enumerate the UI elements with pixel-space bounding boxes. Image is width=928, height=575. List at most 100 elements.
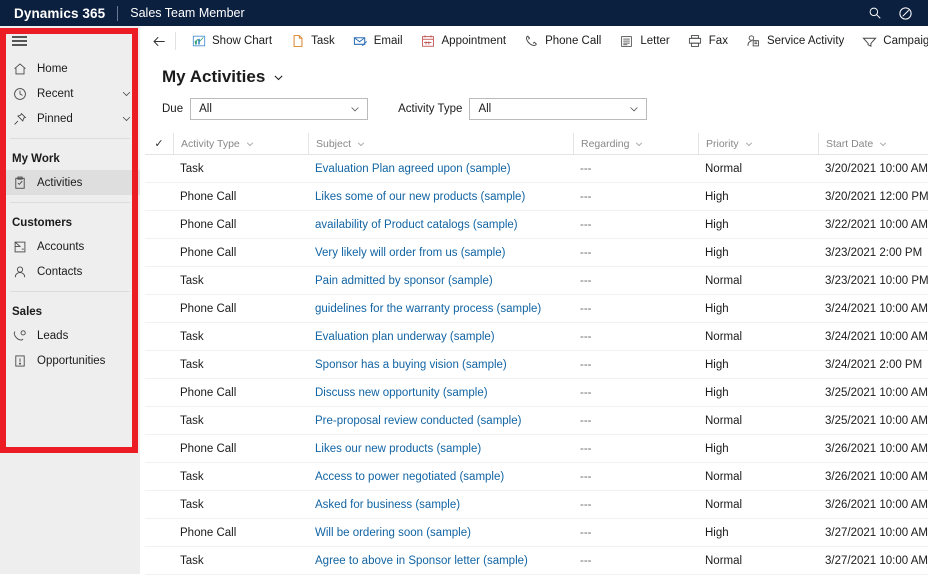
cell-subject-link[interactable]: Very likely will order from us (sample) [308,247,573,259]
column-header-label: Priority [706,137,739,150]
activities-icon [12,175,28,191]
cell-subject-link[interactable]: Pain admitted by sponsor (sample) [308,275,573,287]
table-row[interactable]: Task Access to power negotiated (sample) -… [145,463,928,491]
table-row[interactable]: Phone Call guidelines for the warranty pr… [145,295,928,323]
view-selector[interactable]: My Activities [145,56,928,87]
cell-activity-type: Task [180,274,204,287]
table-row[interactable]: Phone Call availability of Product catalo… [145,211,928,239]
cell-start-date: 3/27/2021 10:00 AM [825,554,928,567]
email-icon [353,34,368,49]
cell-subject-link[interactable]: availability of Product catalogs (sample… [308,219,573,231]
cell-priority: High [705,526,729,539]
column-header-activity-type[interactable]: Activity Type [173,132,308,155]
cell-activity-type: Phone Call [180,442,237,455]
cell-regarding: --- [580,498,592,511]
table-row[interactable]: Phone Call Very likely will order from us… [145,239,928,267]
column-header-subject[interactable]: Subject [308,132,573,155]
column-header-start-date[interactable]: Start Date [818,132,928,155]
command-letter[interactable]: Letter [610,26,678,56]
chevron-down-icon [634,139,644,149]
table-row[interactable]: Phone Call Discuss new opportunity (sampl… [145,379,928,407]
cell-start-date: 3/26/2021 10:00 AM [825,442,928,455]
table-row[interactable]: Task Evaluation Plan agreed upon (sample)… [145,155,928,183]
cell-priority: High [705,302,729,315]
command-service-activity[interactable]: Service Activity [737,26,853,56]
column-header-priority[interactable]: Priority [698,132,818,155]
hamburger-menu-button[interactable] [0,26,140,56]
sidebar-item-opportunities[interactable]: Opportunities [0,348,140,373]
chevron-down-icon[interactable] [121,88,132,99]
app-name-label: Sales Team Member [130,6,245,20]
cell-subject-link[interactable]: Access to power negotiated (sample) [308,471,573,483]
column-header-regarding[interactable]: Regarding [573,132,698,155]
sidebar-item-recent[interactable]: Recent [0,81,140,106]
sidebar-item-contacts[interactable]: Contacts [0,259,140,284]
task-icon [290,34,305,49]
cell-priority: High [705,190,729,203]
cell-subject-link[interactable]: Evaluation plan underway (sample) [308,331,573,343]
sidebar-item-home[interactable]: Home [0,56,140,81]
table-row[interactable]: Task Pre-proposal review conducted (sampl… [145,407,928,435]
command-label: Task [311,35,335,47]
cell-subject-link[interactable]: Pre-proposal review conducted (sample) [308,415,573,427]
cell-priority: Normal [705,414,743,427]
cell-regarding: --- [580,246,592,259]
command-show-chart[interactable]: Show Chart [182,26,281,56]
cell-start-date: 3/25/2021 10:00 AM [825,414,928,427]
cell-priority: High [705,218,729,231]
top-navigation-bar: Dynamics 365 Sales Team Member [0,0,928,26]
table-row[interactable]: Task Pain admitted by sponsor (sample) ---… [145,267,928,295]
pin-icon [12,111,28,127]
checkmark-icon: ✓ [154,138,164,150]
cell-start-date: 3/26/2021 10:00 AM [825,470,928,483]
cell-subject-link[interactable]: Likes our new products (sample) [308,443,573,455]
cell-activity-type: Task [180,330,204,343]
chevron-down-icon [349,103,361,115]
search-icon[interactable] [862,0,888,26]
sidebar-item-activities[interactable]: Activities [0,170,140,195]
column-header-label: Start Date [826,137,874,150]
chevron-down-icon [245,139,255,149]
assistant-icon[interactable] [892,0,918,26]
due-filter-select[interactable]: All [190,98,369,120]
cell-subject-link[interactable]: Will be ordering soon (sample) [308,527,573,539]
command-fax[interactable]: Fax [679,26,737,56]
page-title: My Activities [162,67,266,86]
sidebar-item-accounts[interactable]: Accounts [0,234,140,259]
command-phone-call[interactable]: Phone Call [515,26,610,56]
command-task[interactable]: Task [281,26,344,56]
table-row[interactable]: Task Asked for business (sample) --- Normal… [145,491,928,519]
chevron-down-icon [878,139,888,149]
cell-subject-link[interactable]: Asked for business (sample) [308,499,573,511]
cell-activity-type: Task [180,358,204,371]
table-row[interactable]: Task Agree to above in Sponsor letter (sa… [145,547,928,575]
select-all-checkbox[interactable]: ✓ [145,133,173,155]
table-row[interactable]: Phone Call Likes some of our new products… [145,183,928,211]
table-row[interactable]: Task Sponsor has a buying vision (sample)… [145,351,928,379]
back-button[interactable] [145,26,173,56]
table-row[interactable]: Task Evaluation plan underway (sample) ---… [145,323,928,351]
command-appointment[interactable]: Appointment [412,26,516,56]
sidebar-item-leads[interactable]: Leads [0,323,140,348]
cell-subject-link[interactable]: Discuss new opportunity (sample) [308,387,573,399]
cell-subject-link[interactable]: Agree to above in Sponsor letter (sample… [308,555,573,567]
activity-type-filter-select[interactable]: All [469,98,648,120]
cell-regarding: --- [580,386,592,399]
command-label: Letter [640,35,670,47]
cell-subject-link[interactable]: Likes some of our new products (sample) [308,191,573,203]
cell-priority: High [705,442,729,455]
cell-subject-link[interactable]: Evaluation Plan agreed upon (sample) [308,163,573,175]
command-email[interactable]: Email [344,26,412,56]
table-row[interactable]: Phone Call Will be ordering soon (sample)… [145,519,928,547]
chevron-down-icon[interactable] [272,71,285,84]
cell-subject-link[interactable]: Sponsor has a buying vision (sample) [308,359,573,371]
cell-activity-type: Phone Call [180,386,237,399]
table-row[interactable]: Phone Call Likes our new products (sample… [145,435,928,463]
chevron-down-icon[interactable] [121,113,132,124]
cell-subject-link[interactable]: guidelines for the warranty process (sam… [308,303,573,315]
cell-activity-type: Phone Call [180,246,237,259]
sidebar-item-pinned[interactable]: Pinned [0,106,140,131]
column-header-label: Subject [316,137,352,150]
command-campaign-response[interactable]: Campaign Response [853,26,928,56]
cell-start-date: 3/24/2021 2:00 PM [825,358,923,371]
